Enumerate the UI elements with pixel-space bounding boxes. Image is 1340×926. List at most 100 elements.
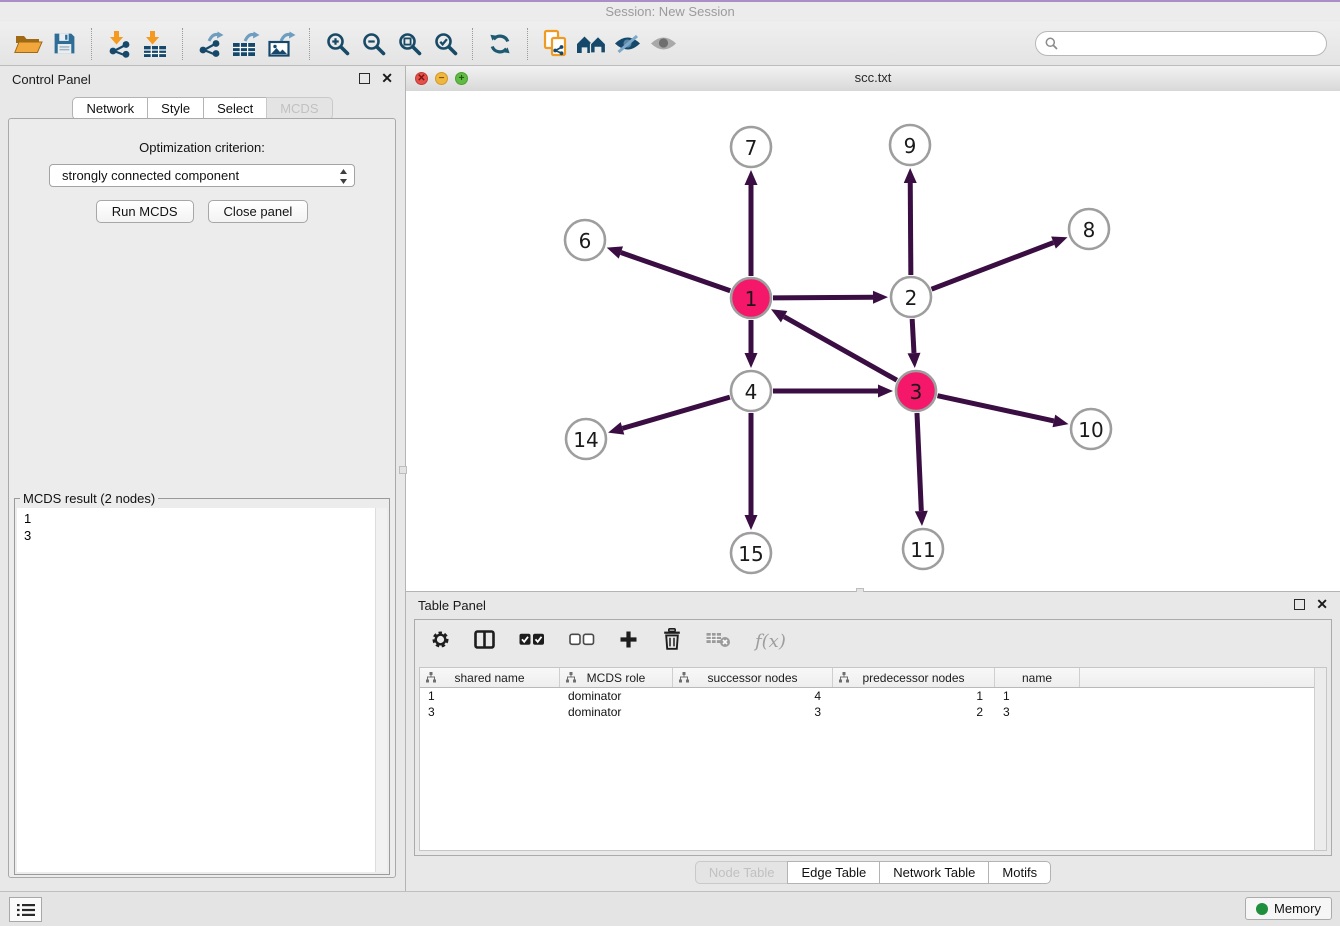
cell-shared-name: 3 (420, 705, 560, 719)
graph-node-label-11: 11 (910, 538, 935, 562)
window-close-icon[interactable]: ✕ (415, 72, 428, 85)
graph-edge-arrowhead (1051, 236, 1067, 248)
graph-edge-2-9[interactable] (910, 183, 911, 275)
network-canvas[interactable]: 7968124314101511 (406, 91, 1340, 591)
graph-edge-3-1[interactable] (784, 317, 897, 381)
network-graph: 7968124314101511 (406, 91, 1340, 592)
graph-edge-2-3[interactable] (912, 319, 914, 353)
graph-edge-arrowhead (878, 385, 893, 398)
column-header-name[interactable]: name (995, 668, 1080, 687)
graph-edge-3-10[interactable] (937, 396, 1053, 421)
column-header-successor-nodes[interactable]: successor nodes (673, 668, 833, 687)
network-view-titlebar[interactable]: ✕ − + scc.txt (406, 66, 1340, 92)
table-settings-icon[interactable] (431, 630, 450, 654)
delete-table-icon[interactable] (706, 630, 731, 653)
delete-entry-icon[interactable] (662, 628, 682, 655)
zoom-selected-icon[interactable] (427, 26, 463, 62)
import-table-icon[interactable] (137, 26, 173, 62)
window-minimize-icon[interactable]: − (435, 72, 448, 85)
list-icon (17, 903, 35, 917)
table-scrollbar[interactable] (1314, 668, 1326, 850)
app-window: Session: New Session (0, 0, 1340, 926)
function-builder-icon[interactable]: f(x) (755, 631, 786, 652)
zoom-in-icon[interactable] (319, 26, 355, 62)
graph-node-label-9: 9 (904, 134, 917, 158)
toolbar-separator (527, 28, 528, 60)
mcds-result-list[interactable]: 13 (17, 508, 387, 872)
graph-node-label-15: 15 (738, 542, 763, 566)
table-row[interactable]: 1dominator411 (420, 688, 1326, 704)
mcds-panel: Optimization criterion: strongly connect… (8, 118, 396, 878)
table-panel-float-button[interactable] (1294, 599, 1305, 610)
graph-node-label-6: 6 (579, 229, 592, 253)
tab-network[interactable]: Network (72, 97, 148, 120)
toolbar-separator (309, 28, 310, 60)
graph-edge-4-14[interactable] (622, 397, 729, 428)
network-view-window: ✕ − + scc.txt 7968124314101511 (406, 66, 1340, 592)
table-panel-close-button[interactable]: ✕ (1316, 599, 1328, 610)
optimization-criterion-value: strongly connected component (62, 168, 239, 183)
search-icon (1045, 37, 1058, 50)
window-maximize-icon[interactable]: + (455, 72, 468, 85)
graph-edge-arrowhead (608, 422, 624, 434)
duplicate-network-icon[interactable] (537, 26, 573, 62)
add-entry-icon[interactable] (619, 630, 638, 654)
tab-edge-table[interactable]: Edge Table (787, 861, 880, 884)
splitter-grip-vertical[interactable] (399, 466, 407, 474)
cell-successor-nodes: 4 (673, 689, 833, 703)
column-header-mcds-role[interactable]: MCDS role (560, 668, 673, 687)
window-title: Session: New Session (605, 4, 734, 19)
task-history-button[interactable] (9, 897, 42, 922)
export-table-icon[interactable] (228, 26, 264, 62)
cell-name: 1 (995, 689, 1080, 703)
table-panel-box: f(x) shared nameMCDS rolesuccessor nodes… (414, 619, 1332, 856)
control-panel-tabs: NetworkStyleSelectMCDS (0, 97, 405, 120)
import-network-icon[interactable] (101, 26, 137, 62)
cell-successor-nodes: 3 (673, 705, 833, 719)
graph-node-label-8: 8 (1083, 218, 1096, 242)
toolbar-separator (182, 28, 183, 60)
export-network-icon[interactable] (192, 26, 228, 62)
memory-label: Memory (1274, 901, 1321, 916)
graph-edge-1-2[interactable] (773, 297, 873, 298)
run-mcds-button[interactable]: Run MCDS (96, 200, 194, 223)
open-session-icon[interactable] (10, 26, 46, 62)
save-session-icon[interactable] (46, 26, 82, 62)
close-panel-button[interactable]: Close panel (208, 200, 309, 223)
refresh-view-icon[interactable] (482, 26, 518, 62)
hide-graphics-eye-icon[interactable] (609, 26, 645, 62)
search-box[interactable] (1035, 31, 1327, 56)
optimization-criterion-select[interactable]: strongly connected component (49, 164, 355, 187)
cell-predecessor-nodes: 1 (833, 689, 995, 703)
export-image-icon[interactable] (264, 26, 300, 62)
tab-select[interactable]: Select (203, 97, 267, 120)
tab-motifs[interactable]: Motifs (988, 861, 1051, 884)
graph-edge-arrowhead (1052, 415, 1068, 428)
control-panel-close-button[interactable]: ✕ (381, 73, 393, 84)
result-scrollbar[interactable] (375, 508, 387, 872)
search-input[interactable] (1063, 35, 1317, 52)
tab-mcds[interactable]: MCDS (266, 97, 332, 120)
graph-edge-3-11[interactable] (917, 413, 921, 511)
home-view-icon[interactable] (573, 26, 609, 62)
show-graphics-eye-icon[interactable] (645, 26, 681, 62)
split-panel-icon[interactable] (474, 630, 495, 654)
zoom-out-icon[interactable] (355, 26, 391, 62)
select-all-icon[interactable] (519, 633, 545, 651)
graph-edge-2-8[interactable] (932, 243, 1054, 290)
graph-edge-arrowhead (907, 353, 920, 368)
table-row[interactable]: 3dominator323 (420, 704, 1326, 720)
mcds-result-title: MCDS result (2 nodes) (20, 491, 158, 506)
column-header-predecessor-nodes[interactable]: predecessor nodes (833, 668, 995, 687)
control-panel-float-button[interactable] (359, 73, 370, 84)
tab-node-table[interactable]: Node Table (695, 861, 789, 884)
graph-edge-1-6[interactable] (621, 253, 730, 291)
graph-node-label-10: 10 (1078, 418, 1103, 442)
zoom-fit-icon[interactable] (391, 26, 427, 62)
cell-mcds-role: dominator (560, 689, 673, 703)
tab-network-table[interactable]: Network Table (879, 861, 989, 884)
memory-button[interactable]: Memory (1245, 897, 1332, 920)
column-header-shared-name[interactable]: shared name (420, 668, 560, 687)
deselect-all-icon[interactable] (569, 633, 595, 651)
tab-style[interactable]: Style (147, 97, 204, 120)
